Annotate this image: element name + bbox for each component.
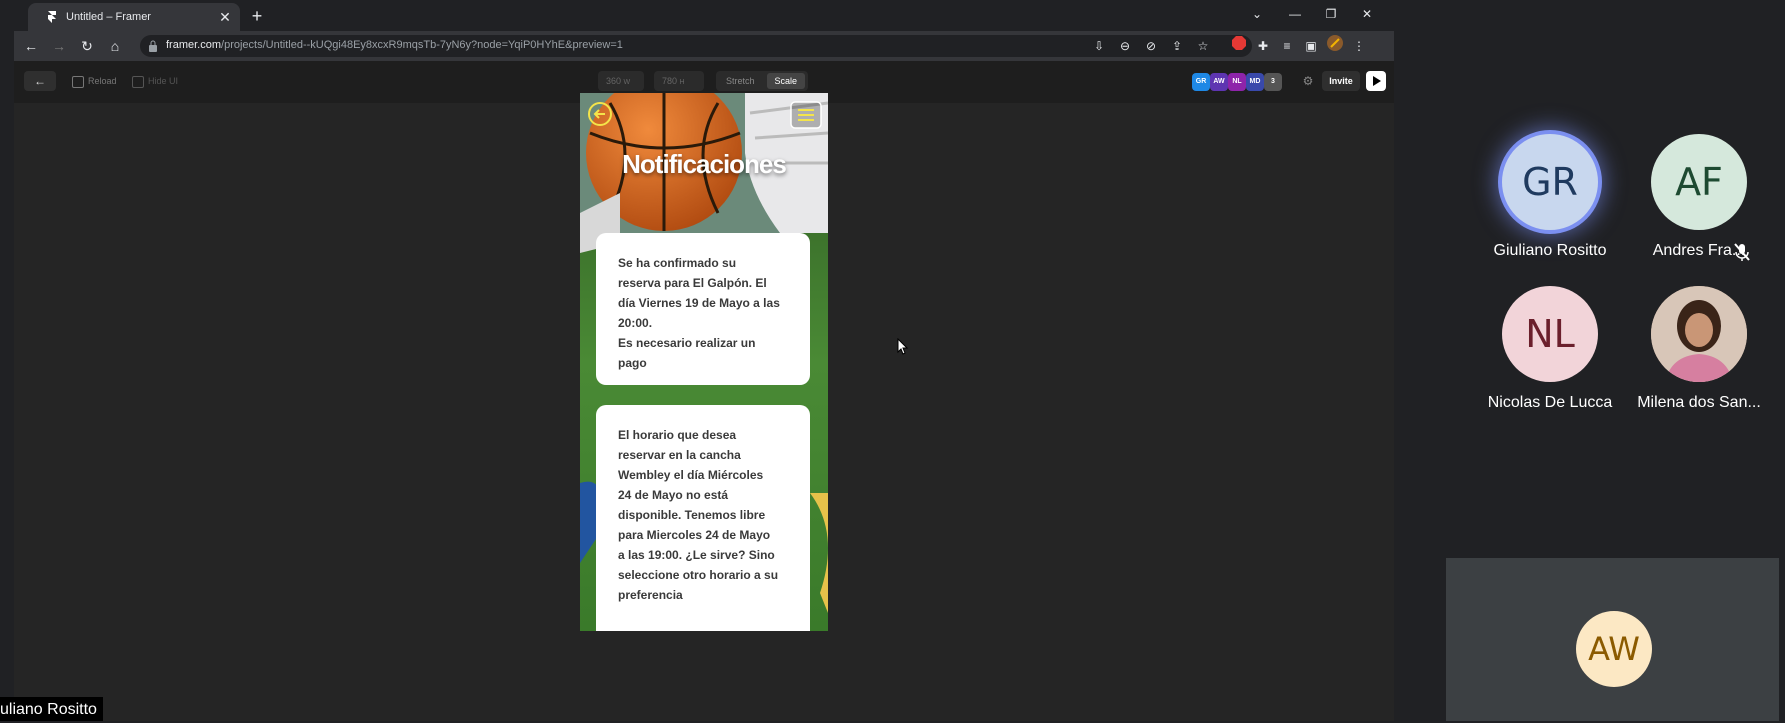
self-name-label: uliano Rositto: [0, 697, 103, 721]
participant-name: Nicolas De Lucca: [1487, 394, 1613, 411]
collaborator-avatar[interactable]: MD: [1246, 73, 1264, 91]
address-bar[interactable]: framer.com/projects/Untitled--kUQgi48Ey8…: [140, 35, 1252, 57]
reading-list-icon[interactable]: ≡: [1276, 35, 1298, 57]
tab-framer[interactable]: Untitled – Framer ✕: [28, 3, 240, 31]
back-arrow-icon[interactable]: ←: [24, 71, 56, 91]
hide-ui-label: Hide UI: [148, 76, 179, 86]
sidepanel-icon[interactable]: ▣: [1300, 35, 1322, 57]
height-unit: H: [679, 79, 685, 86]
reload-icon[interactable]: ↻: [76, 35, 98, 57]
url-domain: framer.com: [166, 39, 222, 51]
profile-avatar-icon[interactable]: [1324, 35, 1346, 57]
mic-off-icon: [1734, 243, 1750, 261]
participant-name: Milena dos San...: [1637, 394, 1761, 411]
back-arrow-icon[interactable]: ←: [20, 35, 42, 57]
extensions-icon[interactable]: ✚: [1252, 35, 1274, 57]
hide-ui-icon: [132, 75, 144, 88]
play-icon: [1373, 76, 1381, 86]
phone-preview: Notificaciones Se ha confirmado su reser…: [580, 93, 828, 631]
notification-text: El horario que desea reservar en la canc…: [618, 428, 779, 602]
hide-ui-button[interactable]: Hide UI: [132, 71, 178, 91]
reload-label: Reload: [88, 76, 117, 86]
avatar: AF: [1651, 134, 1747, 230]
more-vert-icon[interactable]: ⋮: [1348, 35, 1370, 57]
eye-off-icon[interactable]: ⊘: [1140, 35, 1162, 57]
participant-tile-large[interactable]: AW: [1446, 558, 1779, 721]
browser-toolbar: ← → ↻ ⌂ framer.com/projects/Untitled--kU…: [14, 31, 1394, 61]
participant-name: Andres Fra...: [1652, 242, 1746, 259]
participant-tile[interactable]: GR Giuliano Rositto: [1484, 134, 1606, 274]
plus-icon[interactable]: +: [246, 5, 268, 27]
scale-option[interactable]: Scale: [766, 73, 806, 89]
home-icon[interactable]: ⌂: [104, 35, 126, 57]
adblock-icon[interactable]: [1228, 35, 1250, 57]
notification-card[interactable]: El horario que desea reservar en la canc…: [596, 405, 810, 631]
install-icon[interactable]: ⇩: [1088, 35, 1110, 57]
collaborator-count[interactable]: 3: [1264, 73, 1282, 91]
mouse-cursor-icon: [897, 338, 909, 355]
notification-text: Se ha confirmado su reserva para El Galp…: [618, 256, 780, 370]
avatar: NL: [1502, 286, 1598, 382]
width-value: 360: [606, 76, 622, 86]
width-input[interactable]: 360 W: [598, 71, 644, 91]
height-value: 780: [662, 76, 678, 86]
star-icon[interactable]: ☆: [1192, 35, 1214, 57]
framer-logo-icon: [48, 11, 56, 23]
tab-strip: Untitled – Framer ✕ + ⌄ — ❐ ✕: [14, 0, 1394, 31]
play-button[interactable]: [1366, 71, 1386, 91]
invite-button[interactable]: Invite: [1322, 71, 1360, 91]
forward-arrow-icon[interactable]: →: [48, 35, 70, 57]
stretch-option[interactable]: Stretch: [718, 73, 763, 89]
participant-name: Giuliano Rositto: [1493, 242, 1607, 259]
chevron-down-icon[interactable]: ⌄: [1242, 3, 1272, 25]
avatar: AW: [1576, 611, 1652, 687]
back-arrow-icon[interactable]: [588, 102, 612, 126]
menu-icon[interactable]: [790, 101, 822, 129]
url-path: /projects/Untitled--kUQgi48Ey8xcxR9mqsTb…: [221, 39, 623, 51]
height-input[interactable]: 780 H: [654, 71, 704, 91]
avatar-photo: [1651, 286, 1747, 382]
share-icon[interactable]: ⇪: [1166, 35, 1188, 57]
person-photo-icon: [1651, 286, 1747, 382]
stretch-scale-toggle: Stretch Scale: [716, 71, 808, 91]
reload-icon: [72, 75, 84, 88]
zoom-icon[interactable]: ⊖: [1114, 35, 1136, 57]
restore-icon[interactable]: ❐: [1316, 3, 1346, 25]
reload-button[interactable]: Reload: [72, 71, 117, 91]
collaborator-avatar[interactable]: GR: [1192, 73, 1210, 91]
avatar: GR: [1502, 134, 1598, 230]
participant-tile[interactable]: Milena dos San...: [1633, 286, 1761, 426]
window-close-icon[interactable]: ✕: [1352, 3, 1382, 25]
close-icon[interactable]: ✕: [216, 8, 234, 26]
gear-icon[interactable]: ⚙: [1300, 73, 1316, 89]
browser-window: Untitled – Framer ✕ + ⌄ — ❐ ✕ ← → ↻ ⌂ fr…: [14, 0, 1394, 721]
tab-title: Untitled – Framer: [66, 11, 151, 23]
participant-tile[interactable]: NL Nicolas De Lucca: [1484, 286, 1612, 426]
width-unit: W: [623, 79, 631, 86]
minimize-icon[interactable]: —: [1280, 3, 1310, 25]
collaborator-avatar[interactable]: AW: [1210, 73, 1228, 91]
collaborator-avatar[interactable]: NL: [1228, 73, 1246, 91]
notification-card[interactable]: Se ha confirmado su reserva para El Galp…: [596, 233, 810, 385]
lock-icon: [149, 40, 157, 52]
url-text: framer.com/projects/Untitled--kUQgi48Ey8…: [166, 39, 623, 51]
page-title: Notificaciones: [622, 149, 787, 179]
video-call-panel: GR Giuliano Rositto AF Andres Fra... NL …: [1394, 0, 1785, 721]
